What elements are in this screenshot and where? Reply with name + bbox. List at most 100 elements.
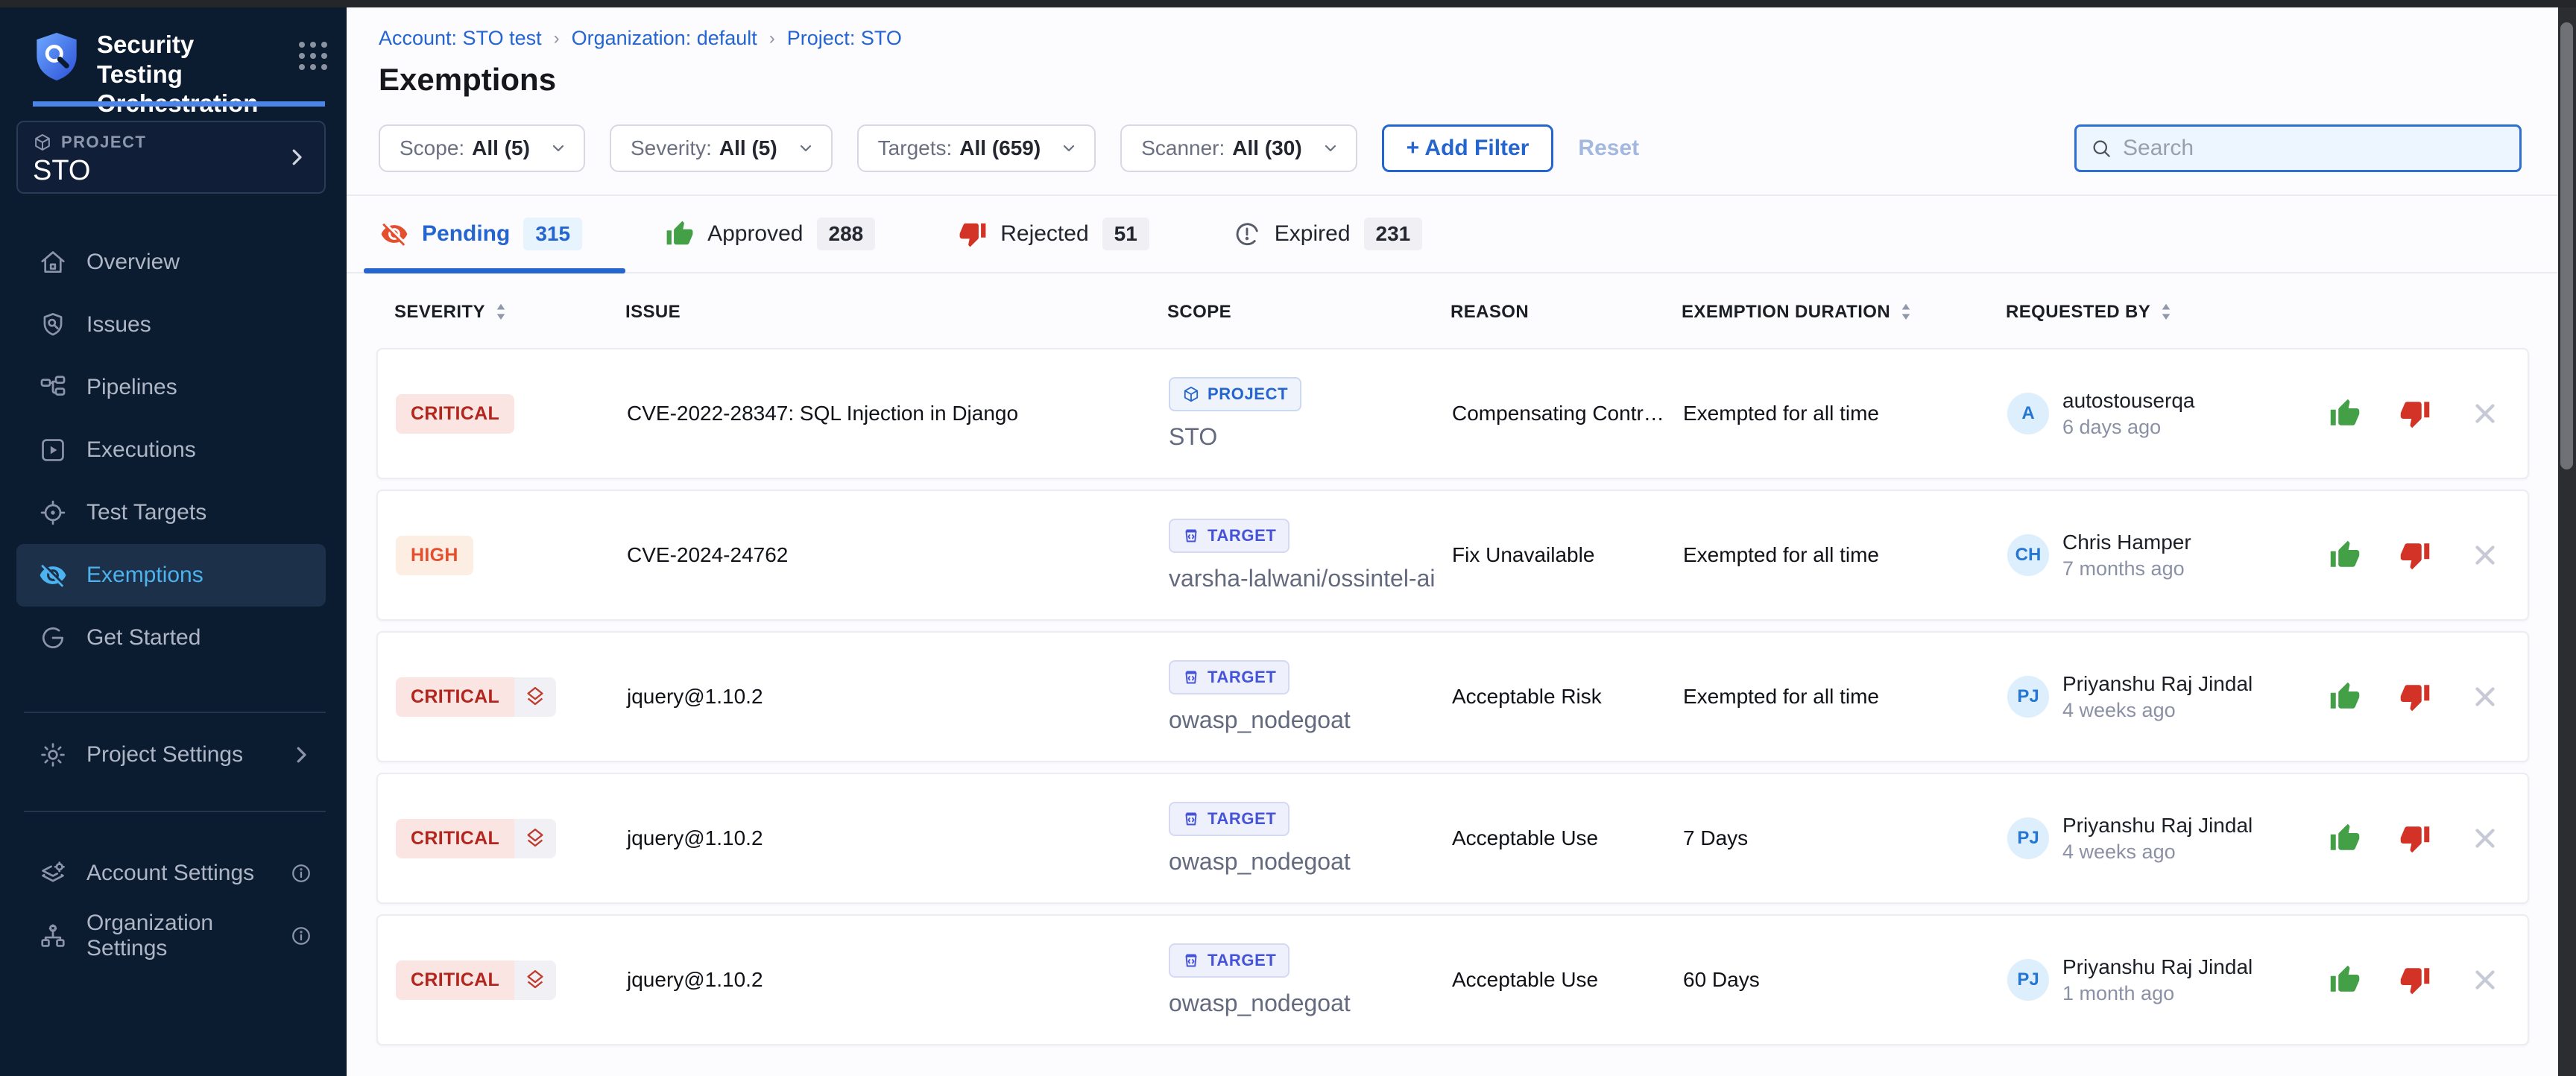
sidebar-item-exemptions[interactable]: Exemptions	[16, 544, 326, 607]
approve-button[interactable]	[2329, 398, 2361, 429]
breadcrumb-account-link[interactable]: Account: STO test	[379, 27, 542, 50]
reset-filters-button[interactable]: Reset	[1578, 136, 1639, 161]
breadcrumb: Account: STO test › Organization: defaul…	[379, 27, 2558, 50]
reason: Fix Unavailable	[1452, 543, 1683, 567]
tab-label: Pending	[422, 221, 510, 247]
scrollbar-thumb[interactable]	[2560, 22, 2573, 469]
sidebar-item-account-settings[interactable]: Account Settings	[16, 842, 326, 905]
filter-value: All (5)	[472, 136, 530, 160]
issue-title: CVE-2024-24762	[627, 543, 1169, 567]
reject-button[interactable]	[2399, 964, 2431, 996]
dismiss-button[interactable]	[2469, 539, 2501, 571]
avatar: PJ	[2007, 817, 2049, 859]
table-row[interactable]: CRITICAL jquery@1.10.2 TARGET owasp_node…	[376, 773, 2529, 904]
project-selector[interactable]: PROJECT STO	[16, 121, 326, 194]
exemption-duration: 60 Days	[1683, 968, 2007, 992]
sort-duration-header[interactable]: EXEMPTION DURATION	[1682, 302, 2006, 323]
module-grid-icon[interactable]	[299, 42, 327, 70]
reject-button[interactable]	[2399, 823, 2431, 854]
clock-expired-icon	[1233, 220, 1261, 248]
scope-target-badge: TARGET	[1169, 519, 1289, 553]
table-row[interactable]: CRITICAL jquery@1.10.2 TARGET owasp_node…	[376, 631, 2529, 762]
close-icon	[2469, 964, 2501, 996]
requester-name: Priyanshu Raj Jindal	[2062, 814, 2253, 838]
breadcrumb-project-link[interactable]: Project: STO	[787, 27, 902, 50]
filter-label: Targets:	[878, 136, 953, 160]
sort-icon	[493, 303, 509, 322]
severity-filter-dropdown[interactable]: Severity: All (5)	[610, 124, 833, 172]
sidebar-item-label: Test Targets	[86, 500, 206, 525]
table-row[interactable]: HIGH CVE-2024-24762 TARGET varsha-lalwan…	[376, 490, 2529, 621]
tab-count-badge: 231	[1364, 218, 1423, 250]
sidebar-item-overview[interactable]: Overview	[16, 231, 326, 294]
column-label: SCOPE	[1167, 302, 1231, 323]
reject-button[interactable]	[2399, 681, 2431, 712]
play-square-icon	[39, 436, 67, 464]
reason: Acceptable Use	[1452, 968, 1683, 992]
sidebar-divider	[24, 811, 326, 812]
dismiss-button[interactable]	[2469, 398, 2501, 429]
reason: Compensating Contr…	[1452, 402, 1683, 425]
tab-expired[interactable]: Expired 231	[1233, 196, 1422, 272]
approve-button[interactable]	[2329, 964, 2361, 996]
table-row[interactable]: CRITICAL jquery@1.10.2 TARGET owasp_node…	[376, 914, 2529, 1045]
search-box	[2074, 124, 2522, 172]
column-label: SEVERITY	[394, 302, 485, 323]
dismiss-button[interactable]	[2469, 964, 2501, 996]
scope-project-badge: PROJECT	[1169, 377, 1301, 411]
sidebar-item-pipelines[interactable]: Pipelines	[16, 356, 326, 419]
requested-time: 6 days ago	[2062, 416, 2194, 439]
table-row[interactable]: CRITICAL CVE-2022-28347: SQL Injection i…	[376, 348, 2529, 479]
filter-label: Scanner:	[1141, 136, 1225, 160]
dismiss-button[interactable]	[2469, 681, 2501, 712]
approve-button[interactable]	[2329, 681, 2361, 712]
sidebar-item-get-started[interactable]: Get Started	[16, 607, 326, 669]
tab-approved[interactable]: Approved 288	[666, 196, 875, 272]
issue-title: jquery@1.10.2	[627, 968, 1169, 992]
tab-rejected[interactable]: Rejected 51	[959, 196, 1149, 272]
exemption-duration: 7 Days	[1683, 826, 2007, 850]
search-input[interactable]	[2123, 136, 2506, 161]
sidebar-item-issues[interactable]: Issues	[16, 294, 326, 356]
sidebar-item-label: Project Settings	[86, 742, 243, 768]
scrollbar[interactable]	[2558, 7, 2576, 1076]
issue-title: jquery@1.10.2	[627, 826, 1169, 850]
tab-pending[interactable]: Pending 315	[380, 196, 582, 272]
scope-target-badge: TARGET	[1169, 802, 1289, 836]
reject-button[interactable]	[2399, 398, 2431, 429]
approve-button[interactable]	[2329, 539, 2361, 571]
targets-filter-dropdown[interactable]: Targets: All (659)	[857, 124, 1096, 172]
scope-type-label: TARGET	[1208, 809, 1276, 829]
chevron-down-icon	[1060, 139, 1078, 157]
module-accent-bar	[33, 101, 325, 107]
sidebar-item-test-targets[interactable]: Test Targets	[16, 481, 326, 544]
severity-badge: CRITICAL	[396, 677, 514, 717]
thumb-down-icon	[2399, 681, 2431, 712]
dismiss-button[interactable]	[2469, 823, 2501, 854]
sidebar-item-project-settings[interactable]: Project Settings	[16, 724, 326, 786]
info-icon	[290, 925, 312, 947]
sidebar-item-label: Get Started	[86, 625, 201, 651]
home-icon	[39, 248, 67, 276]
approve-button[interactable]	[2329, 823, 2361, 854]
reject-button[interactable]	[2399, 539, 2431, 571]
sort-severity-header[interactable]: SEVERITY	[394, 302, 625, 323]
scope-target-badge: TARGET	[1169, 943, 1289, 978]
breadcrumb-org-link[interactable]: Organization: default	[572, 27, 757, 50]
search-icon	[2090, 137, 2112, 159]
filter-label: Scope:	[400, 136, 464, 160]
org-chart-gear-icon	[39, 922, 67, 950]
close-icon	[2469, 398, 2501, 429]
scope-filter-dropdown[interactable]: Scope: All (5)	[379, 124, 585, 172]
close-icon	[2469, 681, 2501, 712]
add-filter-button[interactable]: + Add Filter	[1382, 124, 1554, 172]
sidebar-divider	[24, 712, 326, 713]
sidebar-item-executions[interactable]: Executions	[16, 419, 326, 481]
sidebar-item-label: Executions	[86, 437, 196, 463]
sort-requested-by-header[interactable]: REQUESTED BY	[2006, 302, 2315, 323]
scanner-filter-dropdown[interactable]: Scanner: All (30)	[1120, 124, 1357, 172]
sidebar-item-organization-settings[interactable]: Organization Settings	[16, 905, 326, 967]
tab-count-badge: 288	[817, 218, 876, 250]
column-label: EXEMPTION DURATION	[1682, 302, 1890, 323]
scope-type-label: TARGET	[1208, 526, 1276, 545]
